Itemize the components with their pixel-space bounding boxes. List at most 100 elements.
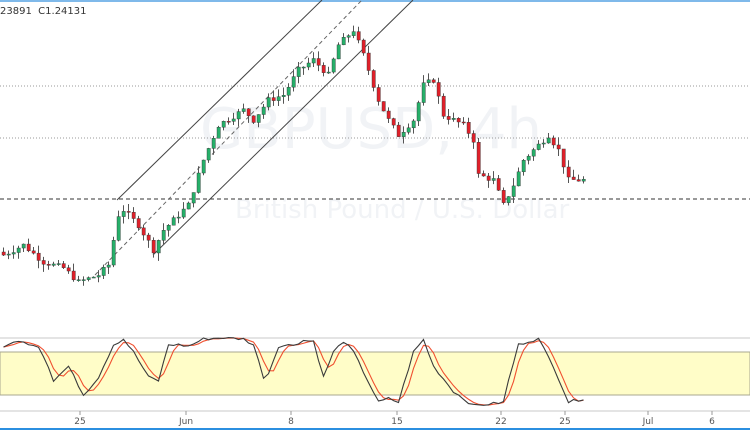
candle[interactable] [66, 264, 71, 274]
candle[interactable] [346, 34, 351, 43]
candle[interactable] [186, 201, 191, 210]
candle[interactable] [21, 243, 26, 253]
candle-body [271, 97, 276, 101]
candle[interactable] [201, 159, 206, 176]
candle[interactable] [191, 192, 196, 208]
candle[interactable] [141, 224, 146, 241]
candle[interactable] [546, 133, 551, 144]
candle[interactable] [81, 276, 86, 286]
candle-body [46, 264, 51, 266]
watermark-symbol: GBPUSD, 4h [200, 97, 542, 162]
candle[interactable] [146, 232, 151, 248]
candle-body [451, 118, 456, 120]
candle[interactable] [371, 69, 376, 92]
candle[interactable] [86, 276, 91, 282]
candle[interactable] [381, 101, 386, 112]
candle[interactable] [36, 245, 41, 269]
candle[interactable] [441, 93, 446, 119]
candle[interactable] [481, 170, 486, 177]
candle[interactable] [71, 263, 76, 282]
candle[interactable] [56, 260, 61, 266]
candle[interactable] [581, 176, 586, 184]
candle[interactable] [431, 78, 436, 84]
candle[interactable] [491, 171, 496, 185]
candle[interactable] [121, 205, 126, 224]
candle[interactable] [61, 260, 66, 269]
candle[interactable] [551, 135, 556, 149]
candle[interactable] [131, 207, 136, 223]
candle[interactable] [101, 264, 106, 280]
candle[interactable] [41, 256, 46, 272]
candle[interactable] [321, 62, 326, 77]
candle-body [196, 172, 201, 193]
candle[interactable] [501, 187, 506, 205]
candle[interactable] [151, 237, 156, 258]
candle[interactable] [251, 115, 256, 124]
candle[interactable] [336, 42, 341, 60]
candle-body [486, 175, 491, 181]
candle[interactable] [31, 246, 36, 255]
candle[interactable] [301, 66, 306, 75]
candle[interactable] [576, 174, 581, 182]
candle[interactable] [16, 245, 21, 259]
candle-body [251, 115, 256, 123]
candle[interactable] [311, 52, 316, 68]
candle[interactable] [296, 61, 301, 84]
candle[interactable] [341, 33, 346, 46]
candle-body [1, 251, 6, 256]
candle-body [511, 185, 516, 197]
candle-body [236, 111, 241, 120]
candle[interactable] [496, 174, 501, 192]
x-tick-label: Jul [642, 417, 654, 427]
candle[interactable] [126, 203, 131, 220]
candle[interactable] [561, 148, 566, 174]
candle[interactable] [46, 260, 51, 270]
candle[interactable] [6, 250, 11, 260]
candle-body [6, 253, 11, 256]
candle[interactable] [171, 215, 176, 226]
candle[interactable] [156, 239, 161, 261]
candle[interactable] [106, 261, 111, 274]
candle[interactable] [26, 238, 31, 253]
candle[interactable] [426, 73, 431, 86]
candle[interactable] [161, 223, 166, 246]
candle[interactable] [291, 69, 296, 92]
candle[interactable] [1, 247, 6, 256]
candle[interactable] [556, 137, 561, 156]
candle[interactable] [91, 276, 96, 279]
candle[interactable] [326, 66, 331, 74]
candle-body [281, 95, 286, 97]
candle[interactable] [306, 57, 311, 71]
candle[interactable] [521, 158, 526, 176]
candle[interactable] [571, 169, 576, 180]
candle-body [226, 121, 231, 123]
candle[interactable] [476, 138, 481, 178]
candle[interactable] [51, 261, 56, 267]
candle[interactable] [516, 167, 521, 187]
candle[interactable] [166, 224, 171, 237]
candle[interactable] [176, 211, 181, 224]
candle-body [306, 62, 311, 68]
candle[interactable] [351, 25, 356, 39]
candle[interactable] [486, 172, 491, 188]
candle[interactable] [196, 166, 201, 194]
candle[interactable] [76, 275, 81, 282]
candle[interactable] [181, 202, 186, 219]
candle-body [111, 240, 116, 266]
candle[interactable] [366, 45, 371, 76]
candle[interactable] [421, 75, 426, 106]
candle[interactable] [216, 125, 221, 139]
price-chart[interactable]: GBPUSD, 4h British Pound / U.S. Dollar 2… [0, 0, 750, 430]
candle[interactable] [111, 236, 116, 268]
candle[interactable] [566, 160, 571, 184]
candle[interactable] [11, 245, 16, 259]
candle[interactable] [361, 38, 366, 56]
candle-body [371, 70, 376, 88]
candle[interactable] [331, 57, 336, 74]
candle[interactable] [356, 26, 361, 44]
candle[interactable] [116, 210, 121, 242]
candle[interactable] [541, 139, 546, 148]
candle[interactable] [316, 51, 321, 72]
candle-body [361, 39, 366, 54]
candle-body [401, 132, 406, 137]
